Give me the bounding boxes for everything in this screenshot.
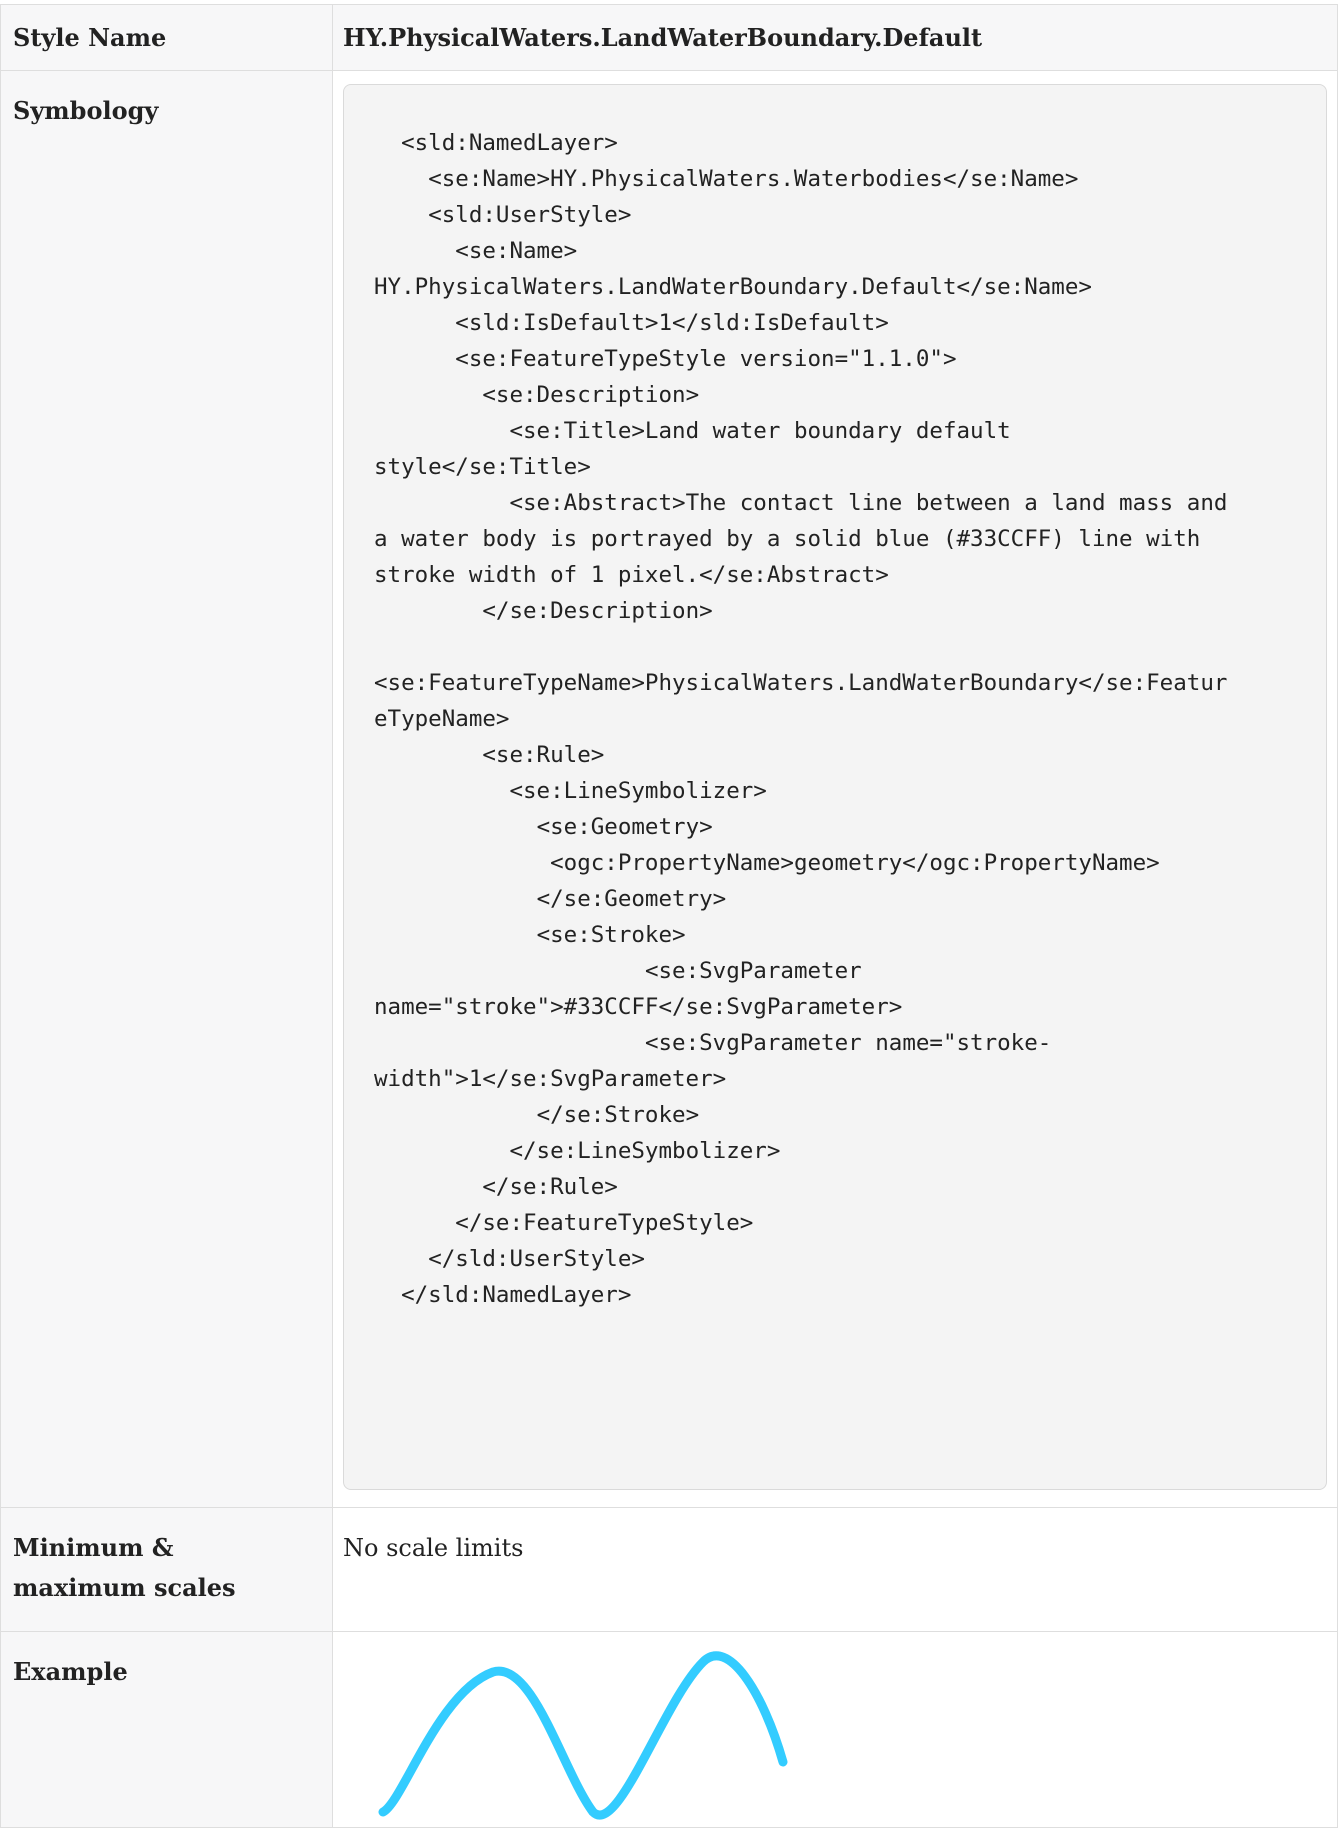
- scales-row: Minimum & maximum scales No scale limits: [0, 1507, 1338, 1632]
- style-table: Style Name HY.PhysicalWaters.LandWaterBo…: [0, 4, 1338, 1828]
- style-name-value: HY.PhysicalWaters.LandWaterBoundary.Defa…: [332, 4, 1338, 71]
- scales-label-line1: Minimum &: [13, 1533, 174, 1562]
- example-cell: [332, 1631, 1338, 1828]
- symbology-label: Symbology: [0, 70, 333, 1508]
- symbology-cell: <sld:NamedLayer> <se:Name>HY.PhysicalWat…: [332, 70, 1338, 1508]
- example-label: Example: [0, 1631, 333, 1828]
- land-water-boundary-line: [378, 1651, 788, 1820]
- example-row: Example: [0, 1631, 1338, 1828]
- scales-value: No scale limits: [332, 1507, 1338, 1632]
- style-name-label: Style Name: [0, 4, 333, 71]
- example-line-symbol: [378, 1651, 788, 1820]
- scales-label-line2: maximum scales: [13, 1573, 236, 1602]
- style-name-row: Style Name HY.PhysicalWaters.LandWaterBo…: [0, 4, 1338, 71]
- sld-code-block: <sld:NamedLayer> <se:Name>HY.PhysicalWat…: [343, 84, 1327, 1490]
- scales-label: Minimum & maximum scales: [0, 1507, 333, 1632]
- symbology-row: Symbology <sld:NamedLayer> <se:Name>HY.P…: [0, 70, 1338, 1508]
